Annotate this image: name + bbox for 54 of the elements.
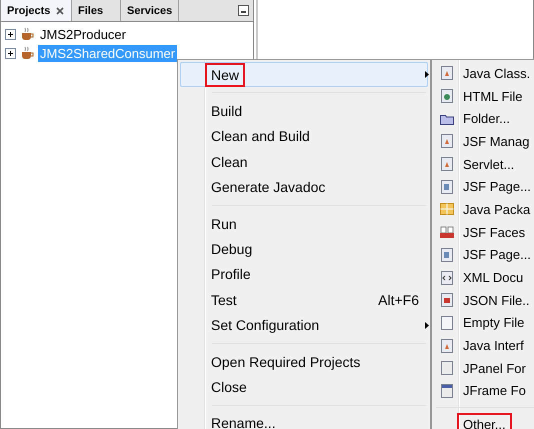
- menu-item[interactable]: Generate Javadoc: [180, 174, 428, 200]
- menu-item[interactable]: JFrame Fo: [434, 380, 534, 402]
- menu-item[interactable]: Build: [180, 98, 428, 124]
- coffee-cup-icon: [19, 26, 35, 42]
- menu-item[interactable]: JSF Manag: [434, 130, 534, 153]
- menu-item[interactable]: Debug: [180, 236, 428, 262]
- menu-item[interactable]: Java Packa: [434, 198, 534, 221]
- panel-tab[interactable]: Services: [121, 0, 180, 21]
- panel-icon: [439, 360, 455, 376]
- menu-item[interactable]: Run: [180, 210, 428, 236]
- menu-item[interactable]: Rename...: [180, 410, 428, 429]
- menu-item[interactable]: Open Required Projects: [180, 348, 428, 374]
- menu-item[interactable]: Java Interf: [434, 334, 534, 357]
- blank-file-icon: [439, 314, 455, 331]
- window-icon: [439, 382, 455, 399]
- menu-item[interactable]: Test Alt+F6: [180, 287, 428, 312]
- menu-item[interactable]: Clean: [180, 149, 428, 175]
- menu-item[interactable]: Set Configuration: [180, 312, 428, 338]
- package-icon: [439, 201, 455, 218]
- panel-tab[interactable]: Files: [72, 0, 121, 21]
- globe-file-icon: [439, 88, 455, 104]
- panel-tab[interactable]: Projects: [1, 0, 72, 21]
- menu-item[interactable]: Clean and Build: [180, 124, 428, 150]
- class-file-icon: [439, 338, 455, 354]
- menu-item[interactable]: XML Docu: [434, 266, 534, 289]
- code-file-icon: [439, 270, 455, 286]
- menu-item[interactable]: Java Class.: [434, 62, 534, 85]
- menu-item[interactable]: JPanel For: [434, 356, 534, 380]
- menu-item[interactable]: Empty File: [434, 312, 534, 334]
- menu-item[interactable]: HTML File: [434, 84, 534, 108]
- class-file-icon: [439, 156, 455, 172]
- menu-item[interactable]: Folder...: [434, 107, 534, 130]
- class-file-icon: [439, 65, 455, 82]
- script-file-icon: [439, 292, 455, 308]
- menu-item[interactable]: JSF Page...: [434, 175, 534, 198]
- menu-item[interactable]: JSF Page...: [434, 244, 534, 266]
- menu-item[interactable]: Servlet...: [434, 152, 534, 176]
- expand-icon[interactable]: [5, 28, 16, 40]
- menu-item[interactable]: JSF Faces: [434, 220, 534, 244]
- shortcut-label: Alt+F6: [378, 292, 419, 308]
- project-node[interactable]: JMS2Producer: [38, 26, 128, 42]
- minus-icon[interactable]: [238, 5, 249, 16]
- page-file-icon: [439, 246, 455, 263]
- menu-item[interactable]: Profile: [180, 262, 428, 288]
- book-icon: [439, 224, 455, 240]
- menu-item[interactable]: Close: [180, 374, 428, 400]
- menu-item[interactable]: New: [180, 62, 428, 88]
- close-icon[interactable]: [56, 6, 64, 14]
- page-file-icon: [439, 178, 455, 195]
- menu-item[interactable]: Other...: [434, 413, 534, 429]
- class-file-icon: [439, 133, 455, 150]
- menu-item[interactable]: JSON File..: [434, 288, 534, 312]
- coffee-cup-icon: [19, 45, 35, 61]
- expand-icon[interactable]: [5, 48, 16, 58]
